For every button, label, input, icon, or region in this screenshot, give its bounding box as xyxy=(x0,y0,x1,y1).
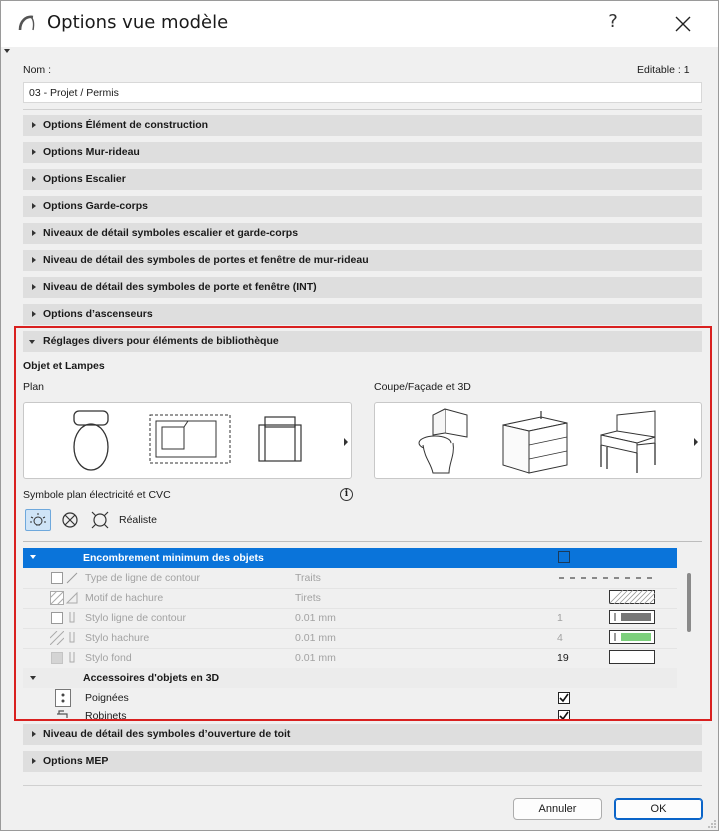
section-door-window-int-detail[interactable]: Niveau de détail des symboles de porte e… xyxy=(23,277,702,298)
section-stair[interactable]: Options Escalier xyxy=(23,169,702,190)
close-icon[interactable] xyxy=(665,9,701,39)
window-title: Options vue modèle xyxy=(47,12,229,33)
expand-arrow-icon xyxy=(32,230,36,236)
divider xyxy=(23,109,702,110)
expand-arrow-icon xyxy=(32,203,36,209)
expand-arrow-icon xyxy=(32,731,36,737)
title-bar: Options vue modèle ? xyxy=(1,1,718,47)
section-label: Options Escalier xyxy=(43,173,126,185)
section-building-elements[interactable]: Options Élément de construction xyxy=(23,115,702,136)
help-button[interactable]: ? xyxy=(598,11,628,37)
archicad-logo-icon xyxy=(18,15,35,31)
section-mep[interactable]: Options MEP xyxy=(23,751,702,772)
section-elevators[interactable]: Options d’ascenseurs xyxy=(23,304,702,325)
section-railing[interactable]: Options Garde-corps xyxy=(23,196,702,217)
section-label: Niveau de détail des symboles d’ouvertur… xyxy=(43,728,291,740)
expand-arrow-icon xyxy=(32,149,36,155)
expand-arrow-icon xyxy=(32,311,36,317)
cancel-button[interactable]: Annuler xyxy=(513,798,602,820)
expand-arrow-icon xyxy=(32,284,36,290)
editable-indicator: Editable : 1 xyxy=(637,64,690,76)
expand-arrow-icon xyxy=(32,758,36,764)
divider xyxy=(23,785,702,786)
highlight-box xyxy=(14,326,712,721)
section-label: Options MEP xyxy=(43,755,109,767)
section-label: Options Mur-rideau xyxy=(43,146,140,158)
section-label: Niveau de détail des symboles de porte e… xyxy=(43,281,317,293)
section-roof-opening-detail[interactable]: Niveau de détail des symboles d’ouvertur… xyxy=(23,724,702,745)
section-label: Options Garde-corps xyxy=(43,200,149,212)
section-label: Niveaux de détail symboles escalier et g… xyxy=(43,227,299,239)
expand-arrow-icon xyxy=(32,176,36,182)
collapse-arrow-icon[interactable] xyxy=(4,49,10,53)
section-label: Niveau de détail des symboles de portes … xyxy=(43,254,369,266)
ok-button[interactable]: OK xyxy=(614,798,703,820)
expand-arrow-icon xyxy=(32,257,36,263)
section-curtain-wall[interactable]: Options Mur-rideau xyxy=(23,142,702,163)
section-label: Options d’ascenseurs xyxy=(43,308,153,320)
section-cw-door-window-detail[interactable]: Niveau de détail des symboles de portes … xyxy=(23,250,702,271)
name-input[interactable]: 03 - Projet / Permis xyxy=(23,82,702,103)
section-label: Options Élément de construction xyxy=(43,119,209,131)
section-stair-railing-detail[interactable]: Niveaux de détail symboles escalier et g… xyxy=(23,223,702,244)
expand-arrow-icon xyxy=(32,122,36,128)
options-dialog: Options vue modèle ? Nom : Editable : 1 … xyxy=(0,0,719,831)
resize-grip-icon[interactable] xyxy=(707,819,717,829)
name-label: Nom : xyxy=(23,64,52,76)
